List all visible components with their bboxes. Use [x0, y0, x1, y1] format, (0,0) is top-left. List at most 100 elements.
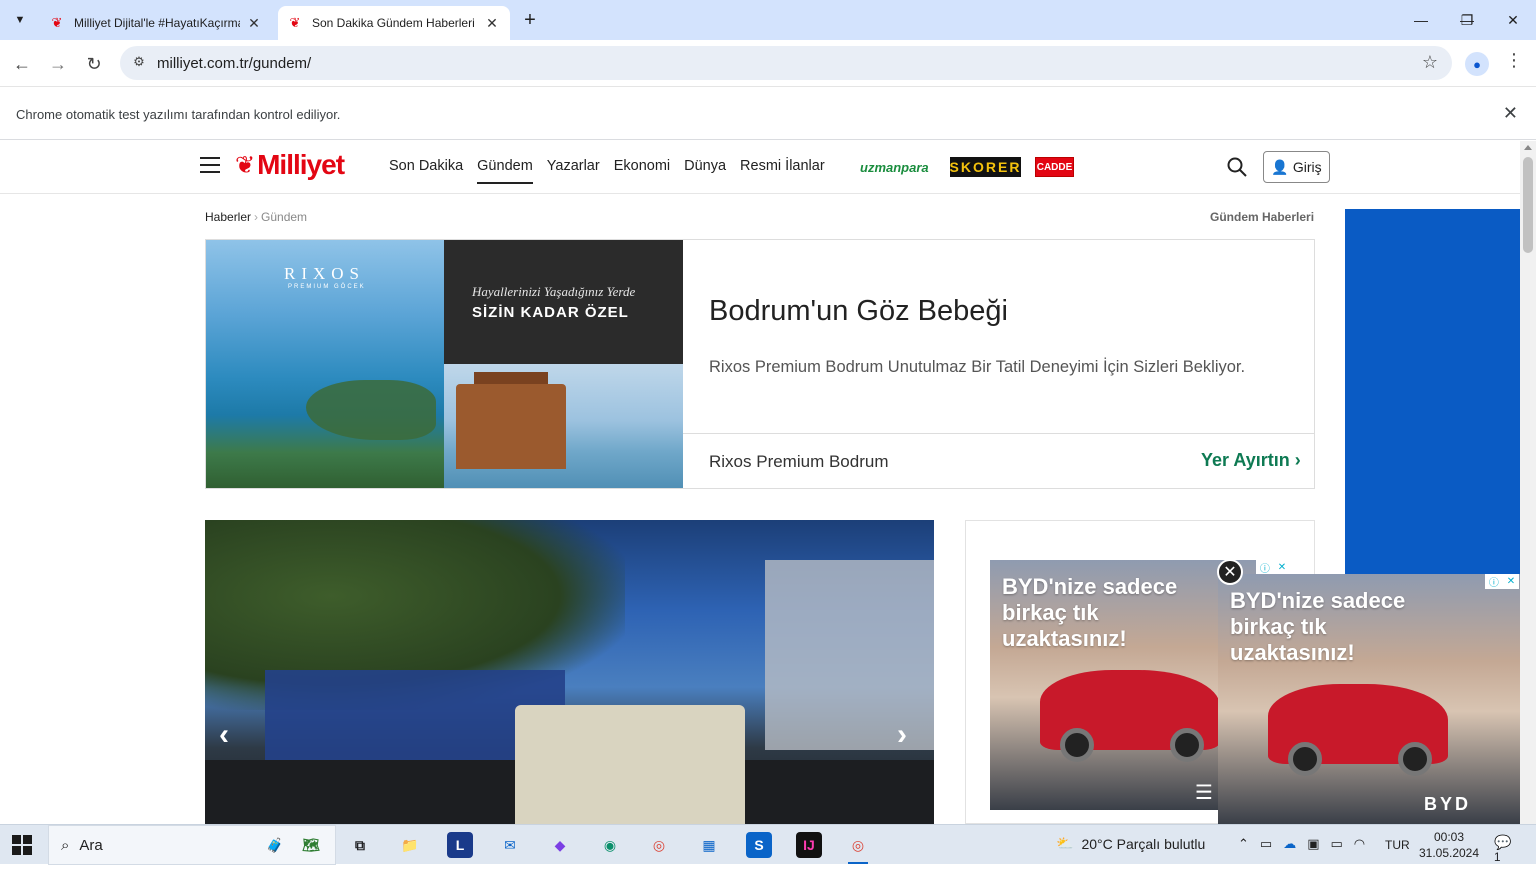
page-viewport: ❦ Milliyet Son Dakika Gündem Yazarlar Ek… — [0, 141, 1536, 824]
back-icon[interactable]: ← — [8, 50, 36, 78]
system-tray: ⌃ ▭ ☁ ▣ ▭ ◠ — [1238, 836, 1365, 852]
page-scrollbar[interactable] — [1520, 141, 1536, 824]
file-explorer-icon[interactable]: 📁 — [397, 832, 423, 858]
address-bar[interactable]: ⚙ milliyet.com.tr/gundem/ ☆ — [120, 46, 1452, 80]
notification-icon[interactable]: 💬1 — [1494, 834, 1516, 864]
cadde-link[interactable]: CADDE — [1035, 157, 1074, 177]
url-text[interactable]: milliyet.com.tr/gundem/ — [157, 55, 311, 72]
nav-ekonomi[interactable]: Ekonomi — [614, 158, 670, 184]
browser-toolbar: ← → ↻ ⚙ milliyet.com.tr/gundem/ ☆ ● ⋮ — [0, 40, 1536, 87]
site-info-icon[interactable]: ⚙ — [130, 54, 148, 72]
menu-icon[interactable]: ☰ — [1195, 780, 1213, 805]
byd-line1: BYD'nize sadece — [1230, 588, 1406, 613]
skype-icon[interactable]: S — [746, 832, 772, 858]
taskbar-search-label: Ara — [79, 836, 103, 854]
luggage-icon[interactable]: 🧳 — [262, 832, 288, 858]
ad-cta-label: Yer Ayırtın — [1201, 450, 1290, 470]
chrome-active-icon[interactable]: ◎ — [845, 832, 871, 864]
adchoices-icon[interactable]: ⓘ ✕ — [1256, 560, 1290, 575]
browser-tab-milliyet-dijital[interactable]: ❦ Milliyet Dijital'le #HayatıKaçırma ✕ — [40, 6, 272, 40]
nav-dunya[interactable]: Dünya — [684, 158, 726, 184]
tab-title: Milliyet Dijital'le #HayatıKaçırma — [74, 16, 240, 30]
ad-advertiser: Rixos Premium Bodrum — [709, 452, 889, 471]
clock-date: 31.05.2024 — [1418, 846, 1480, 860]
milliyet-logo[interactable]: ❦ Milliyet — [235, 149, 345, 181]
onedrive-icon[interactable]: ☁ — [1283, 836, 1296, 852]
close-ad-icon[interactable]: ✕ — [1217, 559, 1243, 585]
rixos-banner-ad[interactable]: RIXOS PREMIUM GÖCEK Hayallerinizi Yaşadı… — [205, 239, 1315, 489]
search-icon: ⌕ — [61, 836, 70, 854]
breadcrumb-root[interactable]: Haberler — [205, 210, 251, 224]
edge-icon[interactable]: ◉ — [597, 832, 623, 858]
meet-icon[interactable]: ▭ — [1260, 836, 1272, 852]
restore-icon[interactable]: ❐ — [1444, 0, 1490, 40]
intellij-icon[interactable]: IJ — [796, 832, 822, 858]
scroll-up-icon[interactable] — [1524, 145, 1532, 150]
adchoices-icon[interactable]: ⓘ ✕ — [1485, 574, 1519, 589]
task-view-icon[interactable]: ⧉ — [347, 832, 373, 858]
close-window-icon[interactable]: ✕ — [1490, 0, 1536, 40]
search-icon[interactable] — [1226, 156, 1248, 178]
skorer-link[interactable]: SKORER — [950, 157, 1021, 177]
news-slider[interactable]: ‹ › — [205, 520, 934, 824]
login-button[interactable]: 👤 Giriş — [1263, 151, 1330, 183]
scrollbar-thumb[interactable] — [1523, 157, 1533, 253]
user-icon: 👤 — [1271, 158, 1289, 175]
copilot-icon[interactable]: ◆ — [547, 832, 573, 858]
taskbar-search-box[interactable]: ⌕ Ara — [48, 825, 336, 865]
byd-ad-floating[interactable]: BYD'nize sadece birkaç tık uzaktasınız! … — [1218, 574, 1520, 824]
ad-cta-button[interactable]: Yer Ayırtın › — [1201, 450, 1301, 471]
language-indicator[interactable]: TUR — [1385, 838, 1410, 852]
forward-icon[interactable]: → — [44, 50, 72, 78]
milliyet-favicon-icon: ❦ — [289, 15, 301, 30]
taskbar-clock[interactable]: 00:03 31.05.2024 — [1418, 829, 1480, 861]
tab-close-icon[interactable]: ✕ — [246, 15, 262, 32]
tab-close-icon[interactable]: ✕ — [484, 15, 500, 32]
wifi-icon[interactable]: ◠ — [1354, 836, 1365, 852]
weather-cloud-icon: ⛅ — [1056, 835, 1074, 851]
map-icon[interactable]: 🗺 — [298, 832, 324, 858]
browser-tab-gundem[interactable]: ❦ Son Dakika Gündem Haberleri - ✕ — [278, 6, 510, 40]
logo-text: Milliyet — [257, 149, 345, 180]
tab-search-menu-icon[interactable]: ▼ — [8, 8, 32, 32]
section-title: Gündem Haberleri — [1210, 210, 1315, 224]
l-app-icon[interactable]: L — [447, 832, 473, 858]
milliyet-favicon-icon: ❦ — [51, 15, 63, 30]
profile-avatar-icon[interactable]: ● — [1465, 52, 1489, 76]
battery-icon[interactable]: ▭ — [1331, 836, 1343, 852]
mail-icon[interactable]: ✉ — [497, 832, 523, 858]
slider-next-icon[interactable]: › — [897, 718, 907, 752]
new-tab-button[interactable]: + — [518, 9, 542, 33]
windows-start-icon[interactable] — [12, 835, 32, 855]
display-icon[interactable]: ▣ — [1307, 836, 1319, 852]
ad-divider — [683, 433, 1314, 434]
ad-headline[interactable]: Bodrum'un Göz Bebeği — [709, 295, 1008, 328]
store-icon[interactable]: ▦ — [696, 832, 722, 858]
browser-menu-icon[interactable]: ⋮ — [1505, 50, 1523, 71]
tab-title: Son Dakika Gündem Haberleri - — [312, 16, 478, 30]
nav-son-dakika[interactable]: Son Dakika — [389, 158, 463, 184]
site-header: ❦ Milliyet Son Dakika Gündem Yazarlar Ek… — [0, 141, 1520, 194]
infobar-close-icon[interactable]: ✕ — [1503, 103, 1518, 124]
minimize-icon[interactable]: — — [1398, 0, 1444, 40]
rixos-brand: RIXOS — [284, 264, 366, 283]
rixos-brand-sub: PREMIUM GÖCEK — [288, 284, 366, 290]
chrome-icon[interactable]: ◎ — [646, 832, 672, 858]
login-label: Giriş — [1292, 159, 1322, 175]
slider-prev-icon[interactable]: ‹ — [219, 718, 229, 752]
nav-resmi-ilanlar[interactable]: Resmi İlanlar — [740, 158, 825, 184]
hamburger-menu-icon[interactable] — [200, 157, 220, 173]
uzmanpara-link[interactable]: uzmanpara — [860, 157, 929, 177]
bookmark-star-icon[interactable]: ☆ — [1422, 52, 1438, 73]
reload-icon[interactable]: ↻ — [80, 50, 108, 78]
nav-yazarlar[interactable]: Yazarlar — [547, 158, 600, 184]
byd-line3: uzaktasınız! — [1002, 626, 1127, 651]
nav-gundem[interactable]: Gündem — [477, 158, 533, 184]
rixos-tagline: Hayallerinizi Yaşadığınız Yerde — [472, 284, 636, 299]
ad-description: Rixos Premium Bodrum Unutulmaz Bir Tatil… — [709, 358, 1246, 376]
rixos-tagline-bold: SİZİN KADAR ÖZEL — [472, 304, 629, 321]
infobar-message: Chrome otomatik test yazılımı tarafından… — [16, 107, 341, 122]
weather-widget[interactable]: ⛅ 20°C Parçalı bulutlu — [1056, 835, 1205, 852]
chevron-up-icon[interactable]: ⌃ — [1238, 836, 1249, 852]
chevron-right-icon: › — [254, 210, 259, 224]
